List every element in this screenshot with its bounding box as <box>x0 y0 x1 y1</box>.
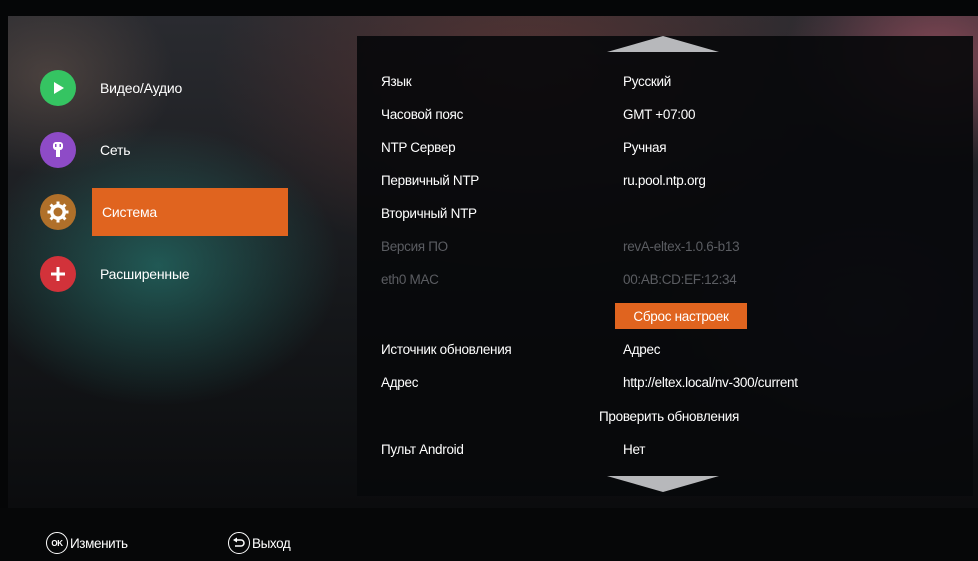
setting-row-firmware-version: Версия ПО revA-eltex-1.0.6-b13 <box>357 231 973 263</box>
scroll-up-arrow-icon[interactable] <box>607 36 719 52</box>
plus-icon <box>40 256 76 292</box>
setting-value: Русский <box>623 74 671 89</box>
network-icon <box>40 132 76 168</box>
hint-exit[interactable]: Выход <box>228 532 291 554</box>
setting-row-android-remote[interactable]: Пульт Android Нет <box>357 434 973 466</box>
setting-value: ru.pool.ntp.org <box>623 173 706 188</box>
setting-label: eth0 MAC <box>381 272 439 287</box>
setting-row-address[interactable]: Адрес http://eltex.local/nv-300/current <box>357 367 973 399</box>
setting-value: GMT +07:00 <box>623 107 696 122</box>
setting-row-secondary-ntp[interactable]: Вторичный NTP <box>357 198 973 230</box>
settings-panel: Язык Русский Часовой пояс GMT +07:00 NTP… <box>357 36 973 496</box>
setting-row-primary-ntp[interactable]: Первичный NTP ru.pool.ntp.org <box>357 165 973 197</box>
setting-row-timezone[interactable]: Часовой пояс GMT +07:00 <box>357 99 973 131</box>
reset-settings-button[interactable]: Сброс настроек <box>615 303 747 329</box>
setting-value: Адрес <box>623 342 661 357</box>
setting-label: Часовой пояс <box>381 107 464 122</box>
menu-item-label: Сеть <box>100 142 131 158</box>
setting-row-eth0-mac: eth0 MAC 00:AB:CD:EF:12:34 <box>357 264 973 296</box>
menu-item-advanced[interactable]: Расширенные <box>40 250 290 298</box>
setting-row-reset: Сброс настроек <box>357 300 973 332</box>
menu-item-label: Система <box>102 204 157 220</box>
menu-item-highlight: Система <box>92 188 288 236</box>
setting-row-ntp-server[interactable]: NTP Сервер Ручная <box>357 132 973 164</box>
menu-item-network[interactable]: Сеть <box>40 126 290 174</box>
setting-label: Вторичный NTP <box>381 206 477 221</box>
category-menu: Видео/Аудио Сеть Система Расширенные <box>40 64 290 312</box>
setting-row-update-source[interactable]: Источник обновления Адрес <box>357 334 973 366</box>
setting-value: revA-eltex-1.0.6-b13 <box>623 239 740 254</box>
setting-value: 00:AB:CD:EF:12:34 <box>623 272 737 287</box>
setting-row-language[interactable]: Язык Русский <box>357 66 973 98</box>
setting-label: Источник обновления <box>381 342 512 357</box>
back-key-icon <box>228 532 250 554</box>
hint-exit-label: Выход <box>252 535 291 551</box>
gear-icon <box>40 194 76 230</box>
check-updates-button[interactable]: Проверить обновления <box>599 409 739 424</box>
setting-value: Нет <box>623 442 646 457</box>
ok-key-icon: OK <box>46 532 68 554</box>
menu-item-video-audio[interactable]: Видео/Аудио <box>40 64 290 112</box>
setting-value: http://eltex.local/nv-300/current <box>623 375 798 390</box>
setting-label: Пульт Android <box>381 442 464 457</box>
setting-label: Адрес <box>381 375 419 390</box>
setting-label: NTP Сервер <box>381 140 456 155</box>
setting-row-check-updates: Проверить обновления <box>357 401 973 433</box>
hint-change[interactable]: OK Изменить <box>46 532 128 554</box>
menu-item-label: Расширенные <box>100 266 190 282</box>
setting-value: Ручная <box>623 140 667 155</box>
setting-label: Первичный NTP <box>381 173 480 188</box>
bottom-bar <box>0 508 978 561</box>
menu-item-label: Видео/Аудио <box>100 80 183 96</box>
setting-label: Версия ПО <box>381 239 448 254</box>
menu-item-system[interactable]: Система <box>40 188 290 236</box>
setting-label: Язык <box>381 74 412 89</box>
scroll-down-arrow-icon[interactable] <box>607 476 719 492</box>
hint-change-label: Изменить <box>70 535 128 551</box>
play-icon <box>40 70 76 106</box>
